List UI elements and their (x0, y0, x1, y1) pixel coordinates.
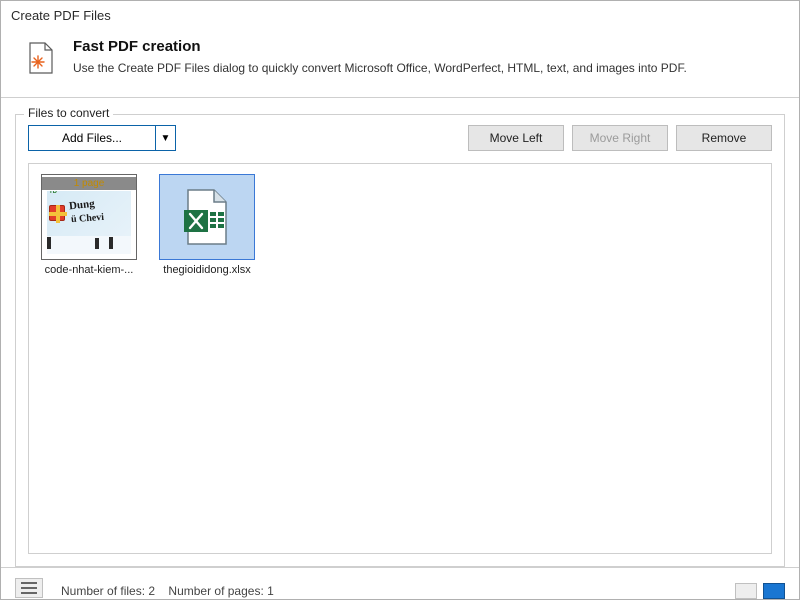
view-toggle (735, 583, 785, 599)
view-mode-list-icon[interactable] (735, 583, 757, 599)
remove-button[interactable]: Remove (676, 125, 772, 151)
page-count-badge: 1 page (42, 177, 136, 190)
header: Fast PDF creation Use the Create PDF Fil… (1, 28, 799, 97)
add-files-split-button[interactable]: Add Files... ▼ (28, 125, 176, 151)
hamburger-icon[interactable] (15, 578, 43, 598)
right-buttons: Move Left Move Right Remove (468, 125, 772, 151)
window-title: Create PDF Files (1, 1, 799, 28)
header-text: Fast PDF creation Use the Create PDF Fil… (73, 38, 687, 75)
file-item[interactable]: 1 page TD Dung ü Chevi code-nhat-kiem-..… (39, 174, 139, 276)
status-bar: Number of files: 2 Number of pages: 1 (1, 567, 799, 599)
file-thumbnail-selected[interactable] (159, 174, 255, 260)
body-area: Files to convert Add Files... ▼ Move Lef… (1, 98, 799, 567)
image-preview: TD Dung ü Chevi (47, 191, 131, 254)
file-thumbnail[interactable]: 1 page TD Dung ü Chevi (41, 174, 137, 260)
create-pdf-window: Create PDF Files Fast PDF creation Use t… (0, 0, 800, 600)
file-list-pane[interactable]: 1 page TD Dung ü Chevi code-nhat-kiem-..… (28, 163, 772, 554)
move-right-button: Move Right (572, 125, 668, 151)
chevron-down-icon: ▼ (161, 133, 171, 144)
fieldset-legend: Files to convert (24, 106, 113, 120)
files-fieldset: Files to convert Add Files... ▼ Move Lef… (15, 114, 785, 567)
header-heading: Fast PDF creation (73, 38, 687, 55)
add-files-dropdown[interactable]: ▼ (155, 126, 175, 150)
toolbar: Add Files... ▼ Move Left Move Right Remo… (28, 125, 772, 151)
file-label: thegioididong.xlsx (163, 264, 250, 276)
thumbnail-row: 1 page TD Dung ü Chevi code-nhat-kiem-..… (39, 174, 761, 276)
view-mode-thumb-icon[interactable] (763, 583, 785, 599)
file-item[interactable]: thegioididong.xlsx (157, 174, 257, 276)
move-left-button[interactable]: Move Left (468, 125, 564, 151)
header-description: Use the Create PDF Files dialog to quick… (73, 61, 687, 75)
status-text: Number of files: 2 Number of pages: 1 (61, 584, 274, 598)
file-label: code-nhat-kiem-... (45, 264, 134, 276)
add-files-button[interactable]: Add Files... (29, 126, 155, 150)
pdf-create-icon (27, 42, 55, 77)
excel-file-icon (184, 188, 230, 246)
